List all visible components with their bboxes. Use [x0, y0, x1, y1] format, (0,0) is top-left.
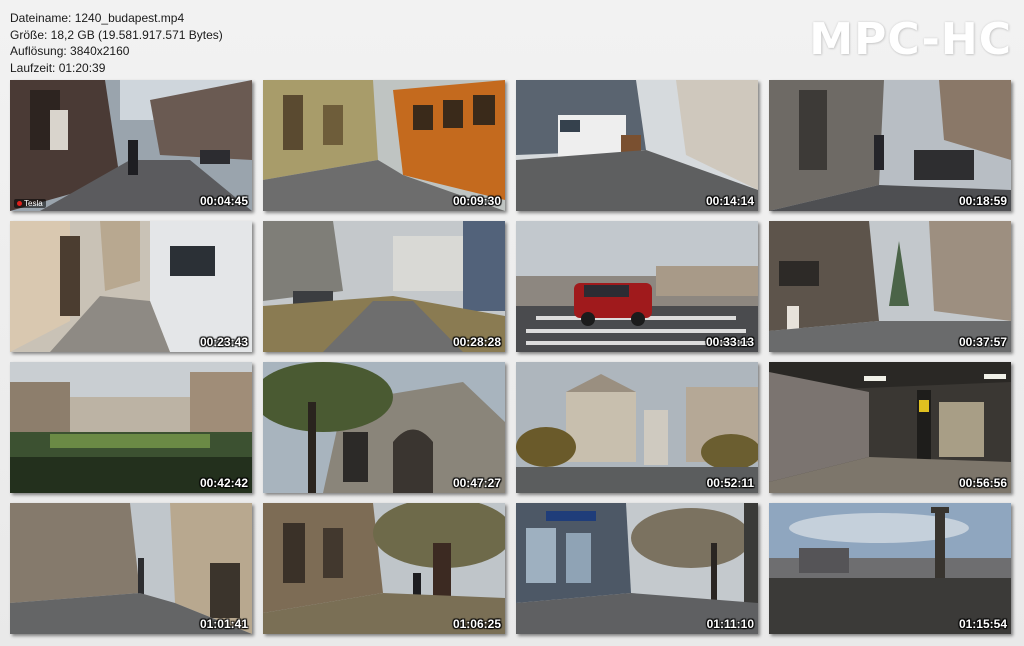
recording-badge: Tesla: [14, 199, 46, 208]
thumbnail[interactable]: 00:37:57: [769, 221, 1011, 352]
filename-label: Dateiname: 1240_budapest.mp4: [10, 11, 185, 25]
timestamp-label: 00:47:27: [452, 476, 501, 490]
timestamp-label: 00:18:59: [958, 194, 1007, 208]
thumbnail[interactable]: 01:06:25: [263, 503, 505, 634]
thumbnail[interactable]: 01:11:10: [516, 503, 758, 634]
timestamp-label: 01:15:54: [958, 617, 1007, 631]
timestamp-label: 00:56:56: [958, 476, 1007, 490]
thumbnail[interactable]: 00:23:43: [10, 221, 252, 352]
ornate-building-image: [769, 80, 1011, 211]
autumn-street-image: [263, 503, 505, 634]
thumbnail[interactable]: 00:18:59: [769, 80, 1011, 211]
thumbnail[interactable]: 00:56:56: [769, 362, 1011, 493]
thumbnail[interactable]: 00:14:14: [516, 80, 758, 211]
thumbnail[interactable]: 00:47:27: [263, 362, 505, 493]
thumbnail[interactable]: Tesla 00:04:45: [10, 80, 252, 211]
thumbnail[interactable]: 00:52:11: [516, 362, 758, 493]
monument-square-image: [516, 362, 758, 493]
thumbnail[interactable]: 00:33:13: [516, 221, 758, 352]
timestamp-label: 00:42:42: [199, 476, 248, 490]
timestamp-label: 00:28:28: [452, 335, 501, 349]
filesize-label: Größe: 18,2 GB (19.581.917.571 Bytes): [10, 27, 223, 42]
tree-street-image: [263, 221, 505, 352]
shopfront-street-image: [516, 503, 758, 634]
timestamp-label: 01:11:10: [706, 617, 754, 631]
resolution-label: Auflösung: 3840x2160: [10, 44, 130, 58]
timestamp-label: 00:23:43: [199, 335, 248, 349]
thumbnail[interactable]: 00:28:28: [263, 221, 505, 352]
van-street-image: [516, 80, 758, 211]
file-info-panel: Dateiname: 1240_budapest.mp4 Größe: 18,2…: [10, 10, 223, 76]
red-car-crossing-image: [516, 221, 758, 352]
corner-street-image: [10, 503, 252, 634]
tram-street-image: [263, 80, 505, 211]
timestamp-label: 00:14:14: [705, 194, 754, 208]
arched-building-image: [263, 362, 505, 493]
timestamp-label: 00:33:13: [705, 335, 754, 349]
timestamp-label: 00:09:30: [452, 194, 501, 208]
column-plaza-image: [769, 503, 1011, 634]
timestamp-label: 01:06:25: [452, 617, 501, 631]
thumbnail[interactable]: 01:01:41: [10, 503, 252, 634]
timestamp-label: 00:04:45: [199, 194, 248, 208]
underpass-image: [769, 362, 1011, 493]
square-park-image: [10, 362, 252, 493]
thumbnail-grid: Tesla 00:04:45 00:09:30 00:14:14 00:18:5…: [10, 80, 1014, 635]
timestamp-label: 00:37:57: [958, 335, 1007, 349]
christmas-tree-street-image: [769, 221, 1011, 352]
thumbnail[interactable]: 01:15:54: [769, 503, 1011, 634]
thumbnail[interactable]: 00:42:42: [10, 362, 252, 493]
parked-van-image: [10, 221, 252, 352]
street-scene-image: [10, 80, 252, 211]
mpc-hc-logo: MPC-HC: [809, 14, 1012, 65]
timestamp-label: 01:01:41: [199, 617, 248, 631]
thumbnail[interactable]: 00:09:30: [263, 80, 505, 211]
duration-label: Laufzeit: 01:20:39: [10, 60, 106, 75]
timestamp-label: 00:52:11: [706, 476, 754, 490]
